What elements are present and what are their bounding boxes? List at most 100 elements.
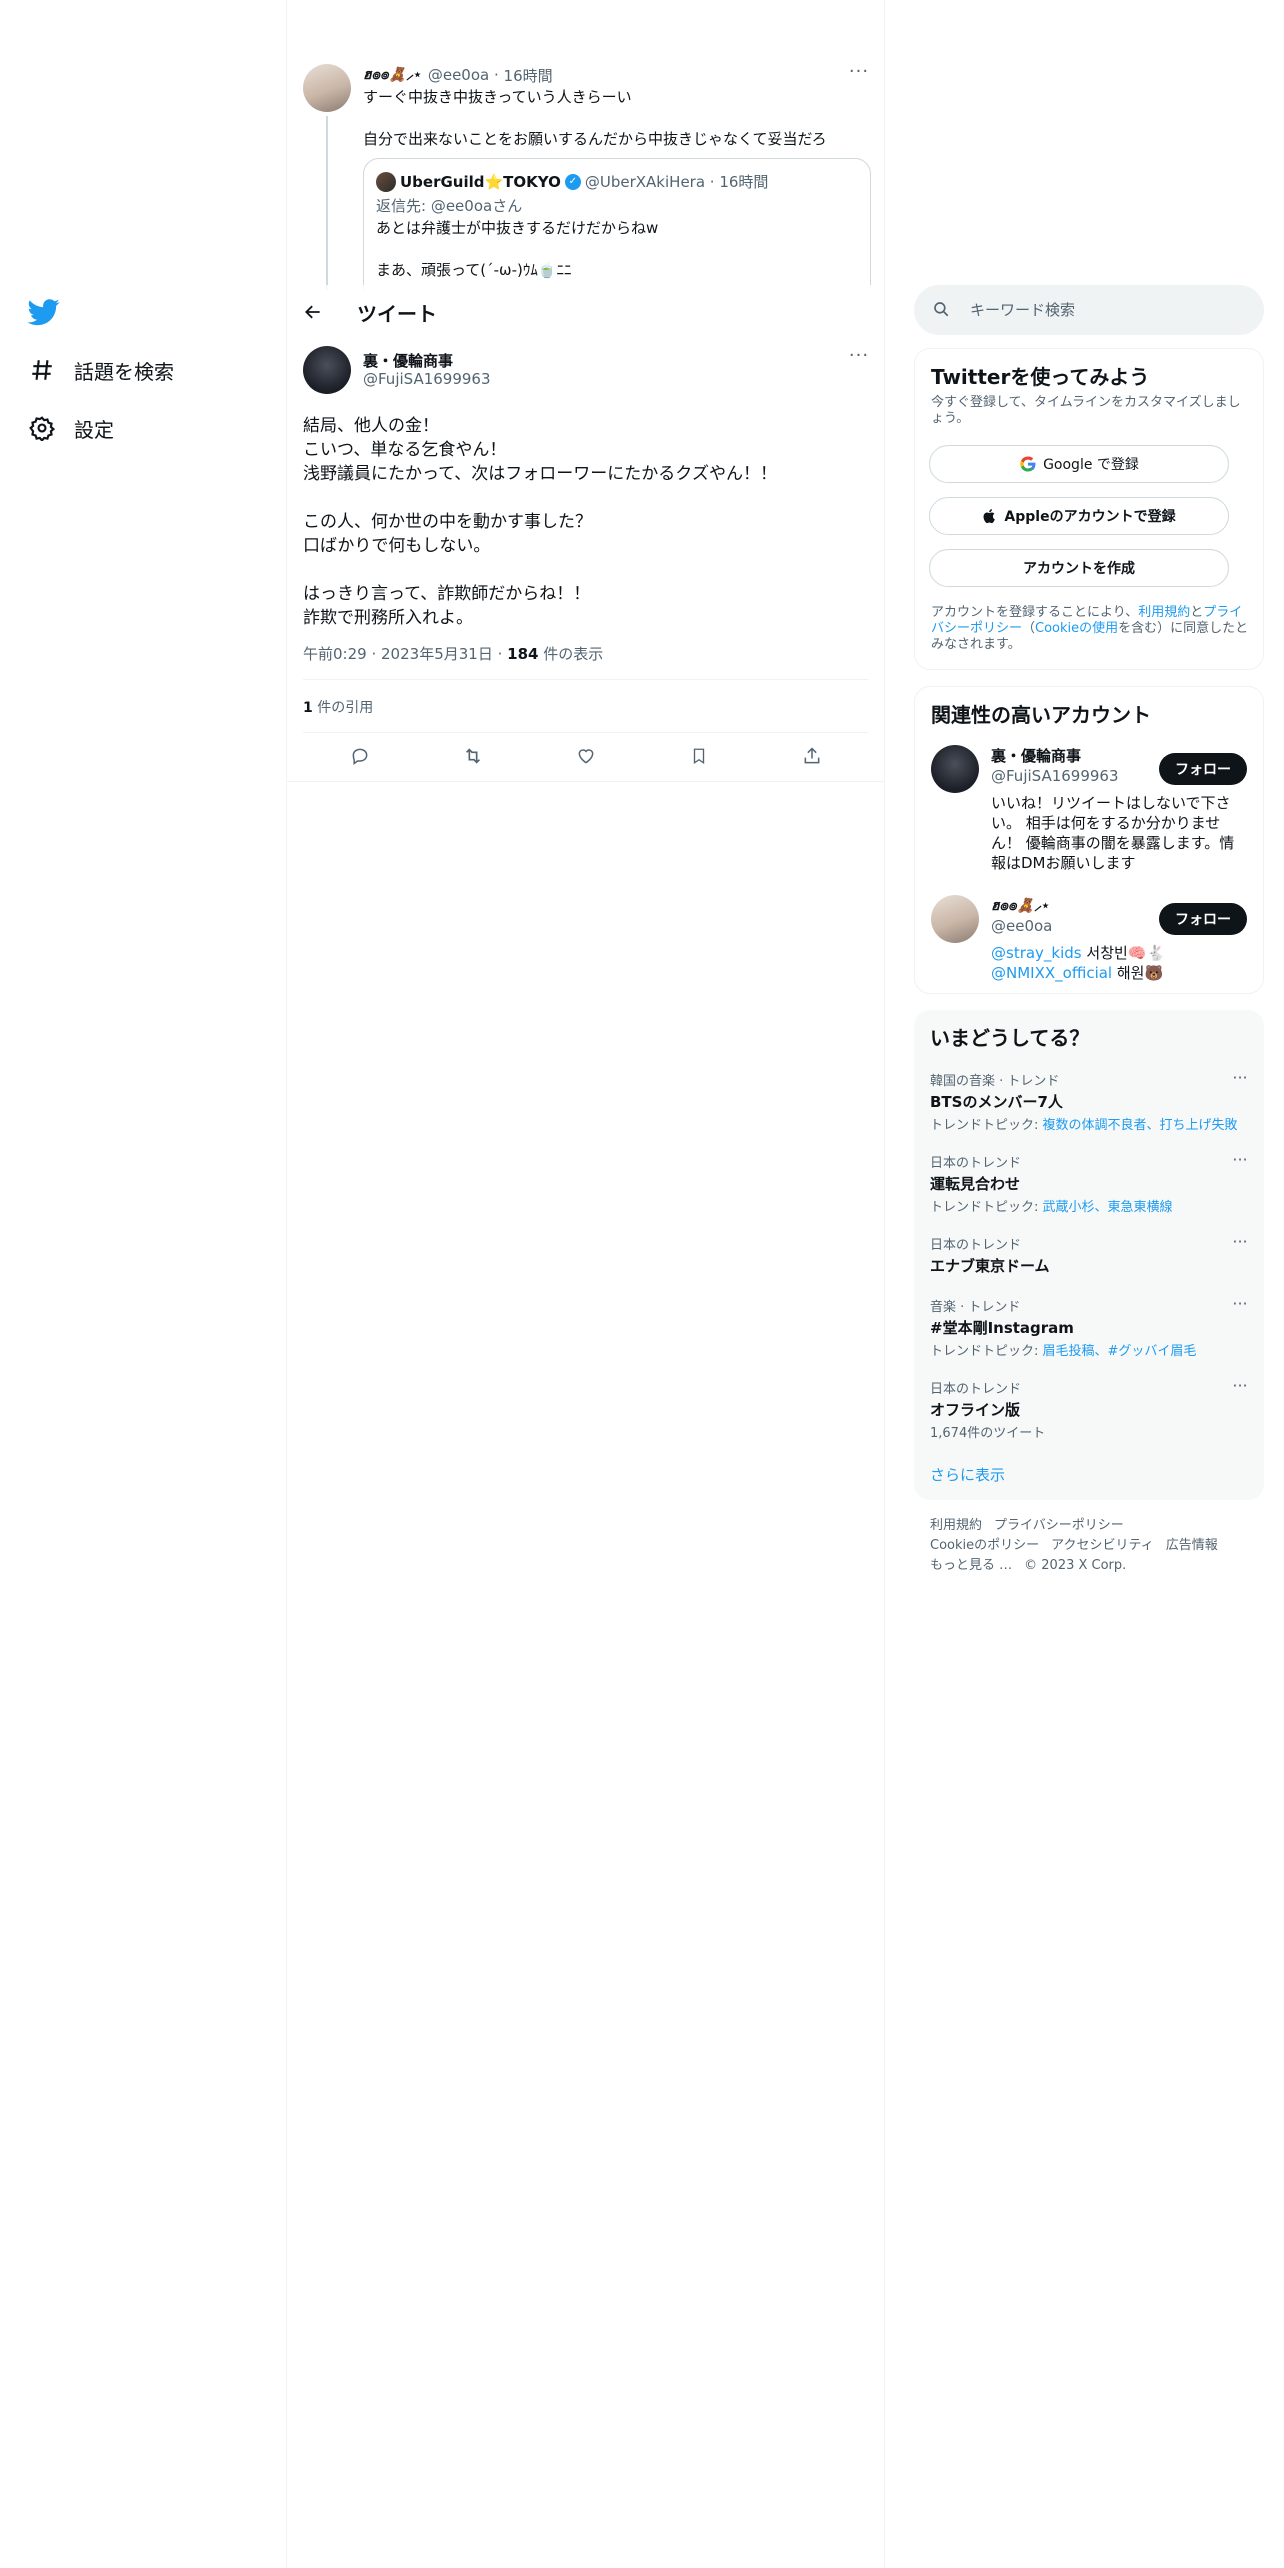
trend-item[interactable]: 音楽 · トレンド #堂本剛Instagram トレンドトピック: 眉毛投稿、#…	[930, 1296, 1250, 1359]
google-signup-button[interactable]: Google で登録	[929, 445, 1229, 483]
signup-subtitle: 今すぐ登録して、タイムラインをカスタマイズしましょう。	[931, 395, 1241, 426]
legal-text: と	[1190, 605, 1204, 620]
quoted-tweet[interactable]: UberGuild⭐TOKYO ✓ @UberXAkiHera · 16時間 返…	[363, 158, 871, 290]
quote-count: 1	[303, 700, 313, 716]
more-icon[interactable]: ···	[1230, 1234, 1250, 1256]
more-icon[interactable]: ···	[847, 347, 871, 372]
trend-item[interactable]: 日本のトレンド エナブ東京ドーム	[930, 1234, 1250, 1276]
share-icon[interactable]	[796, 740, 828, 772]
create-account-button[interactable]: アカウントを作成	[929, 549, 1229, 587]
avatar[interactable]	[931, 745, 979, 793]
more-icon[interactable]: ···	[847, 63, 871, 88]
tweet-text-line: はっきり言って、詐欺師だからね！！	[303, 584, 591, 604]
follow-button[interactable]: フォロー	[1159, 753, 1247, 785]
main-column: ฮ๏๏🧸⸝⋆ @ee0oa · 16時間 ··· すーぐ中抜き中抜きっていう人き…	[287, 0, 884, 2568]
search-input[interactable]	[970, 297, 1240, 323]
more-icon[interactable]: ···	[1230, 1152, 1250, 1174]
google-signup-label: Google で登録	[1043, 457, 1139, 473]
user-name[interactable]: 裏・優輪商事	[363, 350, 453, 371]
more-icon[interactable]: ···	[1230, 1070, 1250, 1092]
user-name[interactable]: ฮ๏๏🧸⸝⋆	[991, 895, 1050, 917]
search-icon	[932, 300, 950, 322]
gear-icon	[28, 414, 56, 442]
trend-item[interactable]: 韓国の音楽 · トレンド BTSのメンバー7人 トレンドトピック: 複数の体調不…	[930, 1070, 1250, 1133]
trend-topic-links[interactable]: 眉毛投稿、#グッバイ眉毛	[1043, 1344, 1197, 1359]
tweet-text-line: この人、何か世の中を動かす事した？	[303, 512, 592, 532]
trend-topics-prefix: トレンドトピック:	[930, 1200, 1043, 1215]
sidebar-item-explore[interactable]: 話題を検索	[28, 350, 174, 390]
footer-links: 利用規約 プライバシーポリシー Cookieのポリシー アクセシビリティ 広告情…	[930, 1516, 1250, 1576]
legal-text: アカウントを登録することにより、	[931, 605, 1139, 620]
avatar[interactable]	[303, 346, 351, 394]
related-title: 関連性の高いアカウント	[931, 703, 1151, 727]
reply-icon[interactable]	[344, 740, 376, 772]
trend-context: 日本のトレンド	[930, 1382, 1022, 1397]
more-icon[interactable]: ···	[1230, 1296, 1250, 1318]
tweet-time[interactable]: 16時間	[504, 65, 553, 86]
footer-link[interactable]: 広告情報	[1166, 1536, 1218, 1556]
more-icon[interactable]: ···	[1230, 1378, 1250, 1400]
user-name: UberGuild⭐TOKYO	[400, 172, 561, 191]
user-name[interactable]: ฮ๏๏🧸⸝⋆	[363, 64, 422, 86]
main-header: ツイート	[287, 285, 884, 338]
user-handle[interactable]: @ee0oa	[428, 66, 489, 84]
follow-button[interactable]: フォロー	[1159, 903, 1247, 935]
retweet-icon[interactable]	[457, 740, 489, 772]
context-tweet-header: ฮ๏๏🧸⸝⋆ @ee0oa · 16時間	[363, 64, 553, 86]
more-link[interactable]: もっと見る …	[930, 1556, 1012, 1576]
quote-label: 件の引用	[312, 700, 374, 716]
trend-item[interactable]: 日本のトレンド オフライン版 1,674件のツイート	[930, 1378, 1250, 1441]
tweet-time[interactable]: 午前0:29	[303, 645, 367, 663]
context-tweet[interactable]: ฮ๏๏🧸⸝⋆ @ee0oa · 16時間 ··· すーぐ中抜き中抜きっていう人き…	[287, 50, 884, 290]
sidebar-item-label: 話題を検索	[74, 359, 174, 384]
quoted-tweet-header: UberGuild⭐TOKYO ✓ @UberXAkiHera · 16時間	[376, 171, 768, 192]
column-divider	[884, 0, 885, 2568]
trend-tweet-count: 1,674件のツイート	[930, 1426, 1046, 1441]
user-handle[interactable]: @FujiSA1699963	[363, 370, 491, 388]
bio-text: 서창빈🧠🐇	[1081, 944, 1166, 962]
trend-title: #堂本剛Instagram	[930, 1319, 1074, 1337]
apple-logo-icon	[982, 507, 998, 525]
trend-item[interactable]: 日本のトレンド 運転見合わせ トレンドトピック: 武蔵小杉、東急東横線	[930, 1152, 1250, 1215]
footer-link[interactable]: Cookieのポリシー	[930, 1536, 1039, 1556]
search-box[interactable]	[914, 285, 1264, 335]
show-more-link[interactable]: さらに表示	[930, 1464, 1005, 1485]
twitter-bird-logo-icon[interactable]	[27, 296, 64, 332]
footer-link[interactable]: アクセシビリティ	[1051, 1536, 1154, 1556]
views-count: 184	[507, 645, 539, 663]
tweet-time: 16時間	[719, 173, 769, 191]
user-bio: @stray_kids 서창빈🧠🐇 @NMIXX_official 해원🐻	[991, 943, 1241, 983]
tweet-text-line: 詐欺で刑務所入れよ。	[303, 608, 473, 628]
footer-link[interactable]: 利用規約	[930, 1516, 982, 1536]
divider	[303, 732, 868, 733]
sidebar-item-settings[interactable]: 設定	[28, 408, 114, 448]
tweet-date[interactable]: 2023年5月31日	[381, 645, 493, 663]
avatar[interactable]	[931, 895, 979, 943]
trend-topic-links[interactable]: 複数の体調不良者、打ち上げ失敗	[1043, 1118, 1238, 1133]
signup-legal-text: アカウントを登録することにより、利用規約とプライバシーポリシー（Cookieの使…	[931, 605, 1251, 653]
avatar	[376, 171, 396, 192]
trend-topic-links[interactable]: 武蔵小杉、東急東横線	[1043, 1200, 1173, 1215]
google-logo-icon	[1019, 455, 1037, 473]
mention-link[interactable]: @NMIXX_official	[991, 964, 1112, 982]
mention-link[interactable]: @stray_kids	[991, 944, 1082, 962]
avatar[interactable]	[303, 64, 351, 112]
tweet-text-line: 結局、他人の金！	[303, 416, 439, 436]
separator-dot: ·	[705, 172, 720, 191]
terms-link[interactable]: 利用規約	[1138, 605, 1190, 620]
trends-title: いまどうしてる？	[930, 1026, 1090, 1050]
apple-signup-button[interactable]: Appleのアカウントで登録	[929, 497, 1229, 535]
cookie-link[interactable]: Cookieの使用	[1035, 621, 1118, 636]
user-handle: @UberXAkiHera	[584, 172, 706, 191]
user-name[interactable]: 裏・優輪商事	[991, 745, 1081, 766]
user-handle[interactable]: @FujiSA1699963	[991, 767, 1119, 785]
trend-title: BTSのメンバー7人	[930, 1093, 1063, 1111]
trend-context: 韓国の音楽 · トレンド	[930, 1074, 1060, 1089]
footer-link[interactable]: プライバシーポリシー	[994, 1516, 1124, 1536]
separator-dot: ·	[497, 645, 508, 663]
bookmark-icon[interactable]	[683, 740, 715, 772]
like-heart-icon[interactable]	[570, 740, 602, 772]
user-handle[interactable]: @ee0oa	[991, 917, 1052, 935]
quote-count-link[interactable]: 1 件の引用	[303, 697, 373, 717]
back-arrow-icon[interactable]	[299, 298, 327, 326]
